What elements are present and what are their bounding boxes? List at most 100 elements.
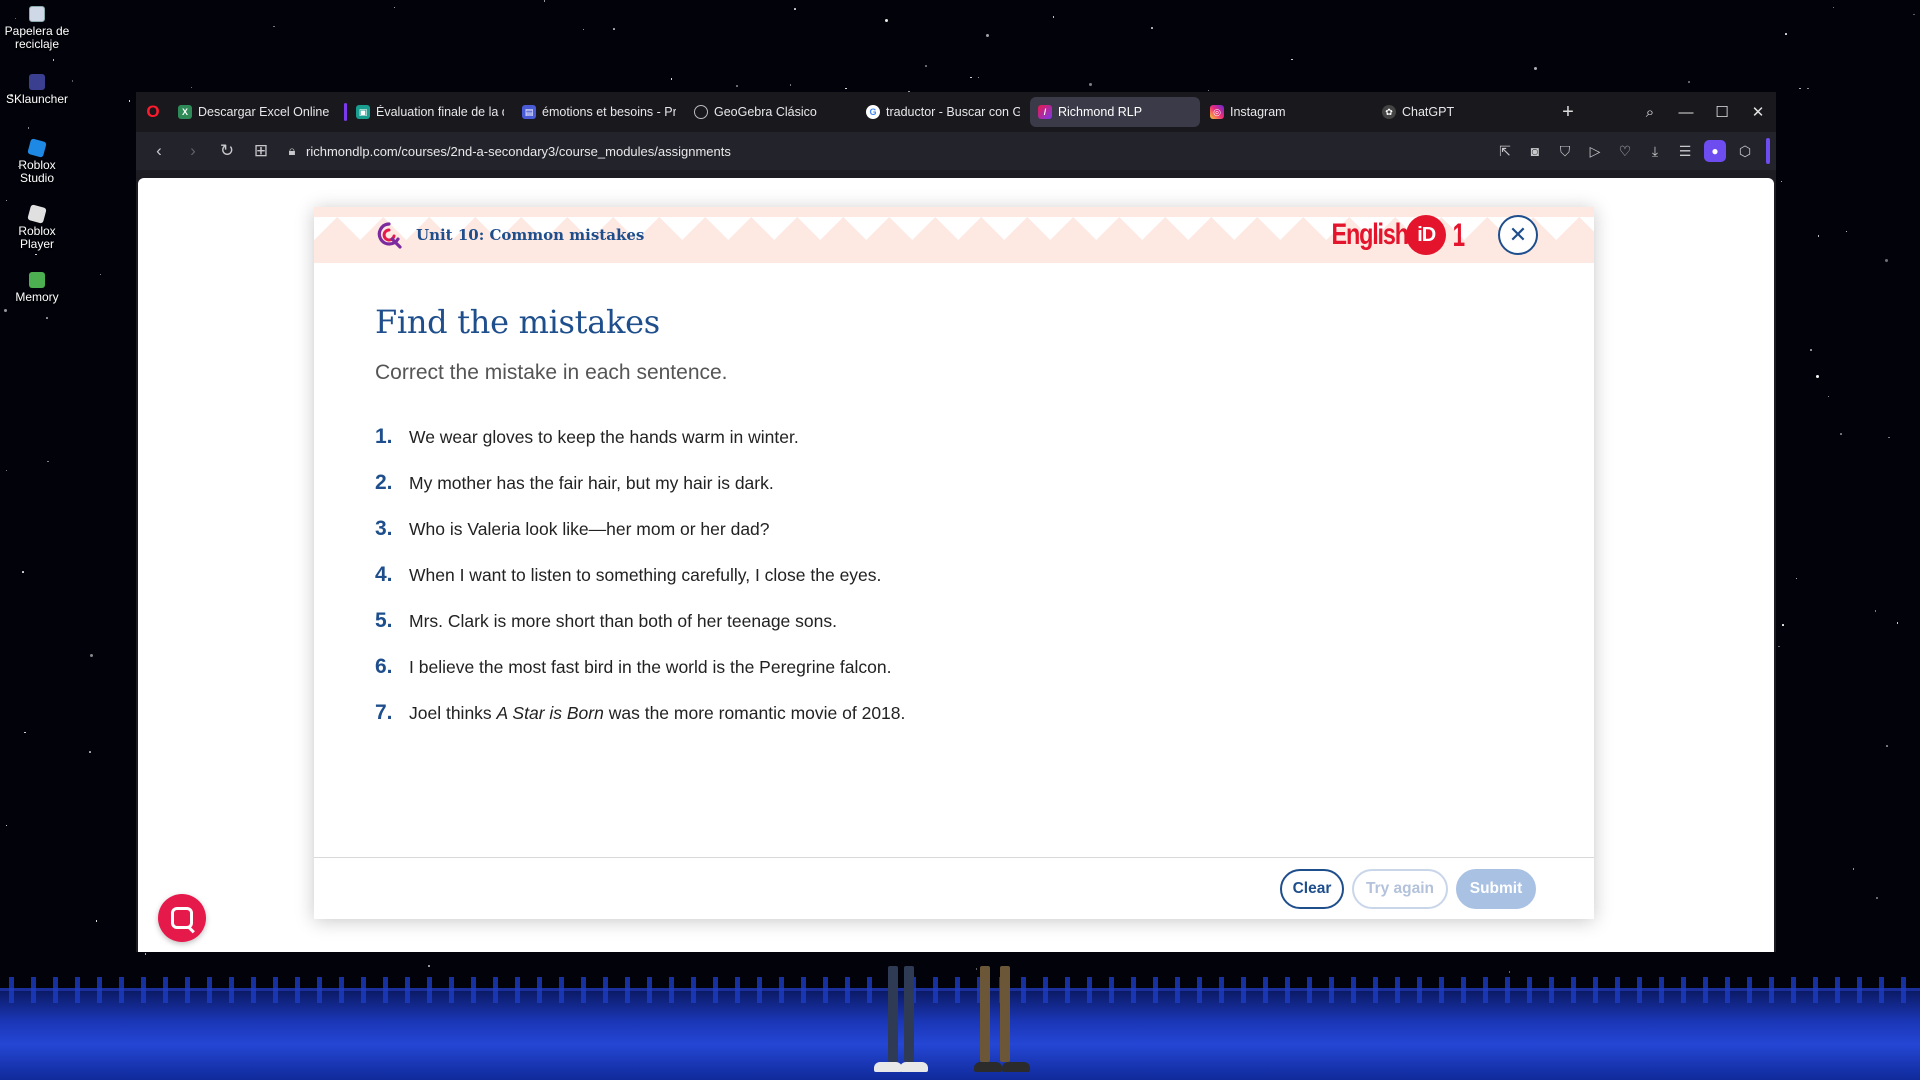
try-again-button[interactable]: Try again: [1352, 868, 1448, 909]
english-id-logo: English iD 1: [1310, 215, 1468, 255]
memory-icon: [29, 272, 45, 288]
star: [273, 25, 275, 28]
star: [1827, 395, 1830, 398]
tab-geogebra[interactable]: GeoGebra Clásico: [686, 97, 856, 127]
star: [1896, 622, 1899, 624]
activity-footer: Clear Try again Submit: [314, 857, 1594, 919]
star: [46, 317, 48, 319]
menu-icon[interactable]: ☰: [1670, 136, 1700, 166]
extensions-icon[interactable]: ⬡: [1730, 136, 1760, 166]
reload-button[interactable]: ↻: [210, 136, 244, 166]
geogebra-icon: [694, 105, 708, 119]
submit-button[interactable]: Submit: [1456, 868, 1536, 909]
sentence-text[interactable]: I believe the most fast bird in the worl…: [409, 657, 891, 678]
star: [52, 59, 55, 61]
desktop-icon-roblox-studio[interactable]: Roblox Studio: [0, 138, 74, 185]
star: [393, 6, 396, 9]
chatgpt-icon: ✿: [1382, 105, 1396, 119]
star: [1874, 610, 1877, 612]
roblox-player-icon: [27, 204, 47, 224]
richmond-chat-icon: [171, 907, 193, 929]
browser-window: O X Descargar Excel Online va ▣ Évaluati…: [136, 92, 1776, 952]
sentence-item: 6. I believe the most fast bird in the w…: [375, 655, 1534, 701]
share-icon[interactable]: ⇱: [1490, 136, 1520, 166]
sentence-item: 5. Mrs. Clark is more short than both of…: [375, 609, 1534, 655]
star: [1913, 13, 1915, 16]
close-window-button[interactable]: ✕: [1740, 92, 1776, 132]
activity-header: Unit 10: Common mistakes English iD 1 ✕: [314, 207, 1594, 263]
star: [1799, 87, 1801, 90]
desktop-icon-recycle-bin[interactable]: Papelera de reciclaje: [0, 6, 74, 51]
tab-google-search[interactable]: G traductor - Buscar con Go: [858, 97, 1028, 127]
desktop-icon-memory[interactable]: Memory: [0, 272, 74, 304]
desktop-icon-label: Memory: [15, 290, 59, 304]
star: [1845, 230, 1848, 232]
slides-icon: ▤: [522, 105, 536, 119]
tab-excel[interactable]: X Descargar Excel Online va: [170, 97, 340, 127]
opera-logo-icon[interactable]: O: [136, 92, 170, 132]
heart-icon[interactable]: ♡: [1610, 136, 1640, 166]
star: [428, 965, 430, 967]
sentence-text[interactable]: We wear gloves to keep the hands warm in…: [409, 427, 799, 448]
tab-label: ChatGPT: [1402, 105, 1455, 119]
forward-button[interactable]: ›: [176, 136, 210, 166]
star: [543, 0, 546, 2]
star: [95, 920, 98, 922]
star: [985, 34, 989, 38]
sentence-text[interactable]: Mrs. Clark is more short than both of he…: [409, 611, 837, 632]
lock-icon[interactable]: 🔒︎: [278, 143, 306, 159]
tab-label: Instagram: [1230, 105, 1286, 119]
new-tab-button[interactable]: +: [1554, 98, 1582, 126]
classroom-icon: ▣: [356, 105, 370, 119]
tab-bar: O X Descargar Excel Online va ▣ Évaluati…: [136, 92, 1776, 132]
activity-instructions: Correct the mistake in each sentence.: [375, 361, 728, 384]
tab-label: Richmond RLP: [1058, 105, 1143, 119]
sentence-text[interactable]: My mother has the fair hair, but my hair…: [409, 473, 774, 494]
sentence-text[interactable]: Joel thinks A Star is Born was the more …: [409, 703, 905, 724]
richmond-help-button[interactable]: [158, 894, 206, 942]
star: [970, 76, 972, 79]
tab-emotions[interactable]: ▤ émotions et besoins - Pre: [514, 97, 684, 127]
activity-body: Find the mistakes Correct the mistake in…: [375, 303, 1534, 747]
star: [1876, 897, 1878, 899]
desktop-icon-sklauncher[interactable]: SKlauncher: [0, 74, 74, 106]
url-field[interactable]: richmondlp.com/courses/2nd-a-secondary3/…: [306, 144, 1490, 159]
star: [885, 19, 889, 23]
tab-chatgpt[interactable]: ✿ ChatGPT: [1374, 97, 1544, 127]
profile-icon[interactable]: ●: [1704, 140, 1726, 162]
desktop-icon-roblox-player[interactable]: Roblox Player: [0, 204, 74, 251]
star: [1888, 436, 1890, 439]
minimize-button[interactable]: —: [1668, 92, 1704, 132]
back-button[interactable]: ‹: [142, 136, 176, 166]
sentence-text[interactable]: Who is Valeria look like—her mom or her …: [409, 519, 770, 540]
desktop-icon-label: Roblox Player: [18, 224, 56, 251]
star: [1534, 67, 1538, 71]
tab-instagram[interactable]: ◎ Instagram: [1202, 97, 1372, 127]
shield-icon[interactable]: ⛉: [1550, 136, 1580, 166]
close-activity-button[interactable]: ✕: [1498, 215, 1538, 255]
star: [925, 65, 927, 67]
clear-button[interactable]: Clear: [1280, 868, 1344, 909]
camera-icon[interactable]: ◙: [1520, 136, 1550, 166]
download-icon[interactable]: ⤓: [1640, 136, 1670, 166]
sentence-item: 2. My mother has the fair hair, but my h…: [375, 471, 1534, 517]
star: [975, 968, 978, 970]
tab-richmond-rlp[interactable]: / Richmond RLP: [1030, 97, 1200, 127]
address-bar: ‹ › ↻ ⊞ 🔒︎ richmondlp.com/courses/2nd-a-…: [136, 132, 1776, 170]
sentence-item: 4. When I want to listen to something ca…: [375, 563, 1534, 609]
search-tabs-icon[interactable]: ⌕: [1632, 92, 1668, 132]
star: [977, 76, 980, 79]
toolbar-icons: ⇱ ◙ ⛉ ▷ ♡ ⤓ ☰ ● ⬡: [1490, 136, 1770, 166]
sentence-text[interactable]: When I want to listen to something caref…: [409, 565, 881, 586]
star: [5, 824, 8, 827]
star: [1688, 81, 1690, 83]
star: [3, 309, 7, 313]
maximize-button[interactable]: ☐: [1704, 92, 1740, 132]
tabs-grid-icon[interactable]: ⊞: [244, 136, 278, 166]
tab-evaluation[interactable]: ▣ Évaluation finale de la qua: [342, 97, 512, 127]
tab-label: émotions et besoins - Pre: [542, 105, 676, 119]
play-icon[interactable]: ▷: [1580, 136, 1610, 166]
star: [1780, 180, 1783, 183]
sentence-number: 5.: [375, 609, 393, 632]
desktop-icon-label: SKlauncher: [5, 92, 69, 106]
